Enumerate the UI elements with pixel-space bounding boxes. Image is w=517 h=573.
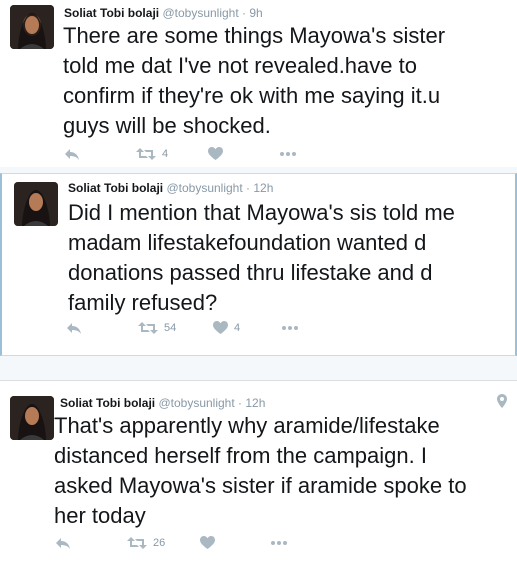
- avatar[interactable]: [10, 5, 54, 49]
- more-button[interactable]: [281, 318, 299, 338]
- retweet-button[interactable]: 26: [127, 533, 165, 553]
- more-icon: [271, 541, 287, 545]
- tweet-card[interactable]: Soliat Tobi bolaji @tobysunlight · 12h D…: [0, 173, 517, 356]
- like-button[interactable]: [200, 533, 221, 553]
- avatar-photo: [10, 5, 54, 49]
- separator: ·: [238, 396, 243, 410]
- more-icon: [282, 326, 298, 330]
- reply-button[interactable]: [64, 144, 80, 164]
- avatar[interactable]: [10, 396, 54, 440]
- tweet-actions: 26: [0, 533, 517, 553]
- retweet-button[interactable]: 54: [138, 318, 176, 338]
- retweet-icon: [138, 322, 158, 334]
- tweet-text: Did I mention that Mayowa's sis told me …: [68, 200, 455, 315]
- timestamp[interactable]: 12h: [245, 396, 265, 410]
- retweet-count: 4: [162, 148, 169, 160]
- more-button[interactable]: [279, 144, 297, 164]
- reply-icon: [67, 323, 81, 334]
- tweet-header: Soliat Tobi bolaji @tobysunlight · 12h: [68, 181, 273, 195]
- tweet-actions: 54 4: [2, 318, 515, 338]
- location-pin-icon: [497, 394, 507, 408]
- separator: ·: [246, 181, 251, 195]
- reply-icon: [56, 538, 70, 549]
- more-icon: [280, 152, 296, 156]
- user-handle[interactable]: @tobysunlight: [162, 6, 238, 20]
- tweet-text: There are some things Mayowa's sister to…: [63, 23, 446, 138]
- user-handle[interactable]: @tobysunlight: [158, 396, 234, 410]
- like-count: 4: [234, 322, 241, 334]
- retweet-count: 26: [153, 537, 166, 549]
- heart-icon: [213, 321, 228, 334]
- like-button[interactable]: 4: [213, 318, 240, 338]
- heart-icon: [208, 147, 223, 160]
- tweet-card[interactable]: Soliat Tobi bolaji @tobysunlight · 9h Th…: [0, 0, 517, 167]
- avatar-photo: [14, 182, 58, 226]
- timestamp[interactable]: 12h: [253, 181, 273, 195]
- tweet-actions: 4: [0, 144, 517, 164]
- reply-icon: [65, 149, 79, 160]
- retweet-icon: [136, 148, 156, 160]
- tweet-header: Soliat Tobi bolaji @tobysunlight · 12h: [60, 396, 265, 410]
- user-handle[interactable]: @tobysunlight: [166, 181, 242, 195]
- retweet-icon: [127, 537, 147, 549]
- tweet-text: That's apparently why aramide/lifestake …: [54, 413, 467, 528]
- avatar-photo: [10, 396, 54, 440]
- timestamp[interactable]: 9h: [249, 6, 262, 20]
- like-button[interactable]: [208, 144, 229, 164]
- tweet-card[interactable]: Soliat Tobi bolaji @tobysunlight · 12h T…: [0, 380, 517, 573]
- user-name[interactable]: Soliat Tobi bolaji: [60, 396, 155, 410]
- separator: ·: [242, 6, 247, 20]
- more-button[interactable]: [270, 533, 288, 553]
- avatar[interactable]: [14, 182, 58, 226]
- reply-button[interactable]: [66, 318, 82, 338]
- tweet-header: Soliat Tobi bolaji @tobysunlight · 9h: [64, 6, 263, 20]
- user-name[interactable]: Soliat Tobi bolaji: [68, 181, 163, 195]
- retweet-button[interactable]: 4: [136, 144, 168, 164]
- reply-button[interactable]: [55, 533, 71, 553]
- heart-icon: [200, 536, 215, 549]
- user-name[interactable]: Soliat Tobi bolaji: [64, 6, 159, 20]
- retweet-count: 54: [164, 322, 177, 334]
